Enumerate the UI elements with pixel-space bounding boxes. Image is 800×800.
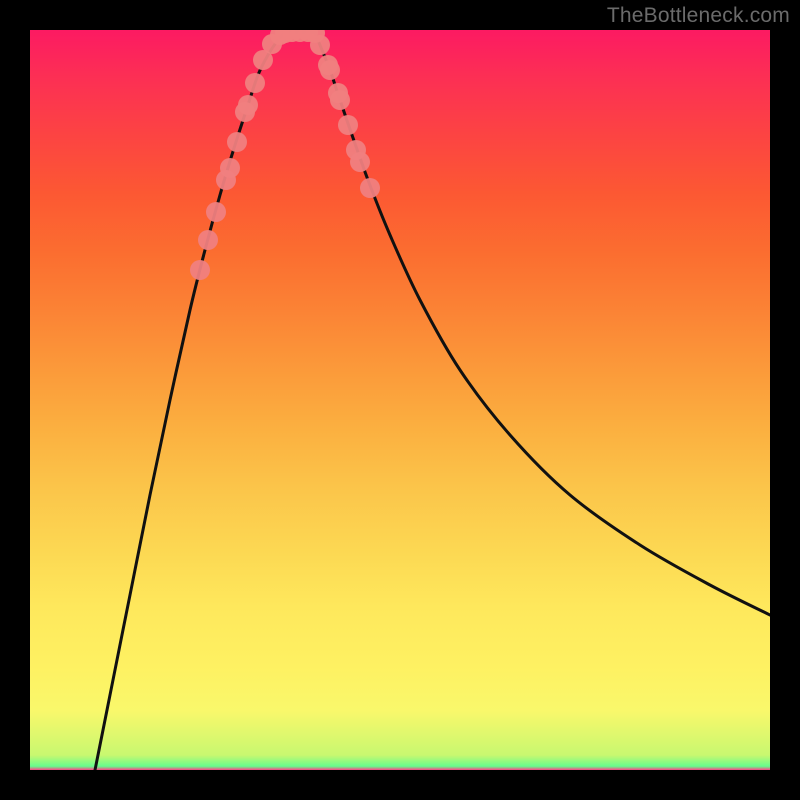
- chart-container: TheBottleneck.com: [0, 0, 800, 800]
- data-marker-left: [206, 202, 226, 222]
- attribution-label: TheBottleneck.com: [607, 4, 790, 28]
- series-left-curve: [95, 33, 285, 770]
- data-marker-left: [190, 260, 210, 280]
- data-marker-right: [338, 115, 358, 135]
- data-marker-right: [320, 60, 340, 80]
- data-marker-left: [238, 95, 258, 115]
- data-marker-right: [350, 152, 370, 172]
- data-marker-left: [198, 230, 218, 250]
- plot-area: [30, 30, 770, 770]
- data-marker-right: [330, 90, 350, 110]
- series-right-curve: [315, 33, 770, 615]
- data-marker-left: [220, 158, 240, 178]
- data-marker-right: [360, 178, 380, 198]
- data-marker-left: [245, 73, 265, 93]
- curve-svg: [30, 30, 770, 770]
- data-marker-left: [227, 132, 247, 152]
